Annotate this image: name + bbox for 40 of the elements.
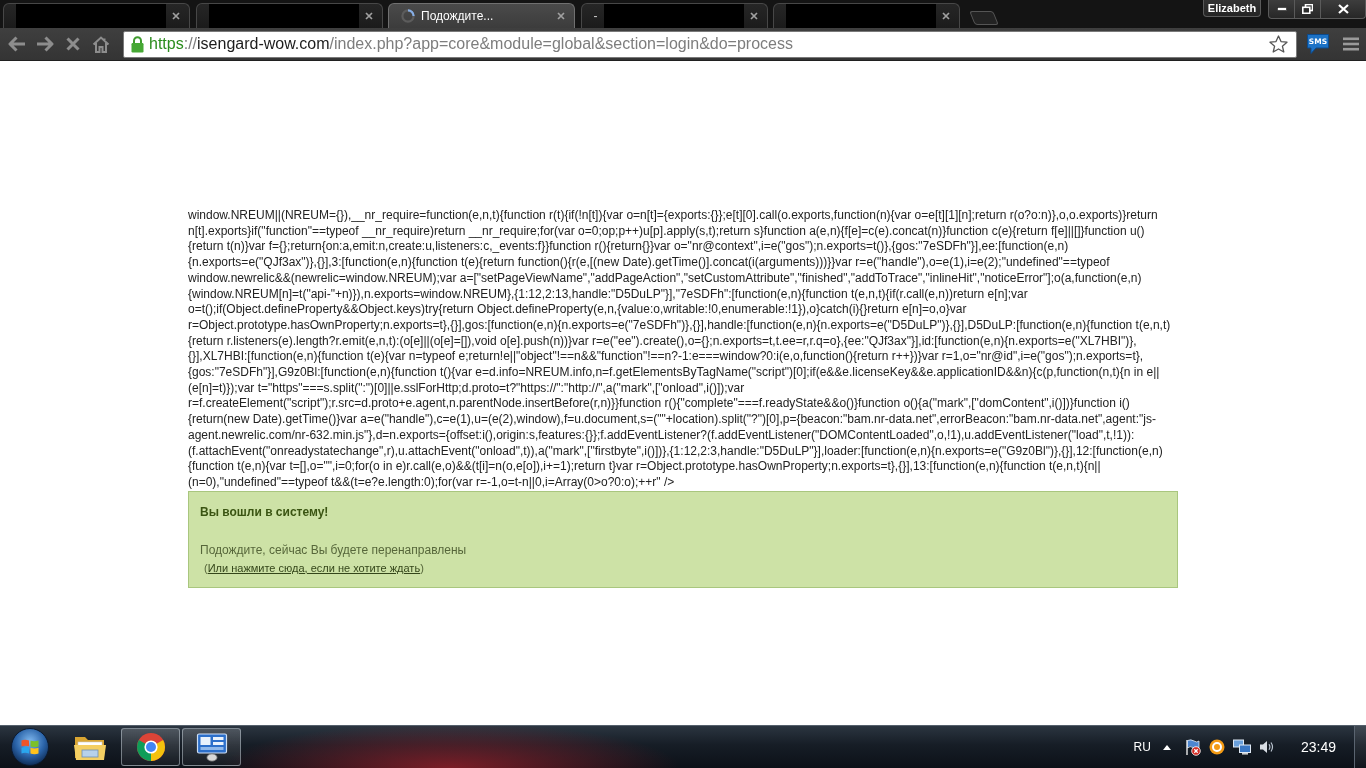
skip-wait-link[interactable]: Или нажмите сюда, если не хотите ждать (207, 561, 421, 574)
redirect-message: Подождите, сейчас Вы будете перенаправлены (200, 541, 468, 558)
home-icon (92, 35, 110, 53)
minimize-button[interactable] (1268, 0, 1295, 19)
profile-button[interactable]: Elizabeth (1203, 0, 1261, 17)
close-icon[interactable] (364, 12, 373, 20)
network-computers-icon[interactable] (1232, 739, 1251, 755)
close-icon[interactable] (172, 12, 180, 20)
restore-icon (1302, 4, 1313, 14)
show-desktop-button[interactable] (1354, 726, 1366, 768)
minimize-icon (1276, 7, 1287, 11)
chrome-logo-icon (135, 732, 166, 762)
chevron-up-icon[interactable] (1162, 744, 1171, 750)
restore-button[interactable] (1295, 0, 1321, 19)
language-indicator[interactable]: RU (1133, 740, 1151, 754)
back-arrow-icon (8, 36, 26, 52)
close-icon[interactable] (557, 12, 565, 20)
ring-icon[interactable] (1208, 739, 1225, 755)
script-source-text: window.NREUM||(NREUM={}),__nr_require=function(e,n,t){function r(t){if(!n[t]){var o=n[t]={exports:{}};e[t][0].call(o.exports,function(n){var o=e[t][1][n];return r(o?o:n)},o,o.exports)}return n[t].exports}if("function"==typeof __nr_require)return __nr_require;for(var o=0;op;p++)u[p].apply(s,t);return s}function a(e,n){f[e]=c(e).concat(n)}function c(e){return f[e]||[]}function u(){return t(n)}var f={};return{on:a,emit:n,create:u,listeners:c,_events:f}}function r(){return{}}var o="nr@context",i=e("gos");n.exports=t()},{gos:"7eSDFh"}],ee:[function(e,n){n.exports=e("QJf3ax")},{}],3:[function(e,n){function t(e){return function(){r(e,[(new Date).getTime()].concat(i(arguments)))}}var r=e("handle"),o=e(1),i=e(2);"undefined"==typeof window.newrelic&&(newrelic=window.NREUM);var a=["setPageViewName","addPageAction","setCustomAttribute","finished","addToTrace","inlineHit","noticeError"];o(a,function(e,n){window.NREUM[n]=t("api-"+n)}),n.exports=window.NREUM},{1:12,2:13,handle:"D5DuLP"}],"7eSDFh":[function(e,n){function t(e,n,t){if(r.call(e,n))return e[n];var o=t();if(Object.defineProperty&&Object.keys)try{return Object.defineProperty(e,n,{value:o,writable:!0,enumerable:!1}),o}catch(i){}return e[n]=o,o}var r=Object.prototype.hasOwnProperty;n.exports=t},{}],gos:[function(e,n){n.exports=e("7eSDFh")},{}],handle:[function(e,n){n.exports=e("D5DuLP")},{}],D5DuLP:[function(e,n){function t(e,n,t){return r.listeners(e).length?r.emit(e,n,t):(o[e]||(o[e]=[]),void o[e].push(n))}var r=e("ee").create(),o={};n.exports=t,t.ee=r,r.q=o},{ee:"QJf3ax"}],id:[function(e,n){n.exports=e("XL7HBI")},{}],XL7HBI:[function(e,n){function t(e){var n=typeof e;return!e||"object"!==n&&"function"!==n?-1:e===window?0:i(e,o,function(){return r++})}var r=1,o="nr@id",i=e("gos");n.exports=t},{gos:"7eSDFh"}],G9z0Bl:[function(e,n){function t(){var e=d.info=NREUM.info,n=f.getElementsByTagName("script")[0];if(e&&e.licenseKey&&e.applicationID&&n){c(p,function(n,t){n in e||(e[n]=t)});var t="https"===s.split(":")[0]||e.sslForHttp;d.proto=t?"https://":"http://",a("mark",["onload",i()]);var r=f.createElement("script");r.src=d.proto+e.agent,n.parentNode.insertBefore(r,n)}}function r(){"complete"===f.readyState&&o()}function o(){a("mark",["domContent",i()])}function i(){return(new Date).getTime()}var a=e("handle"),c=e(1),u=(e(2),window),f=u.document,s=(""+location).split("?")[0],p={beacon:"bam.nr-data.net",errorBeacon:"bam.nr-data.net",agent:"js-agent.newrelic.com/nr-632.min.js"},d=n.exports={offset:i(),origin:s,features:{}};f.addEventListener?(f.addEventListener("DOMContentLoaded",o,!1),u.addEventListener("load",t,!1)):(f.attachEvent("onreadystatechange",r),u.attachEvent("onload",t)),a("mark",["firstbyte",i()])},{1:12,2:3,handle:"D5DuLP"}],loader:[function(e,n){n.exports=e("G9z0Bl")},{}],12:[function(e,n){function t(e,n){var t=[],o="",i=0;for(o in e)r.call(e,o)&&(t[i]=n(o,e[o]),i+=1);return t}var r=Object.prototype.hasOwnProperty;n.exports=t},{}],13:[function(e,n){function t(e,n,t){n||(n=0),"undefined"==typeof t&&(t=e?e.length:0);for(var r=-1,o=t-n||0,i=Array(0>o?0:o);++r" /> (188, 208, 1172, 491)
close-icon[interactable] (749, 12, 758, 20)
browser-tab[interactable]: - (580, 3, 768, 28)
clock-text[interactable]: 23:49 (1300, 739, 1336, 755)
app-taskbar-button[interactable] (182, 728, 241, 766)
browser-tab[interactable]: Подождите... (388, 3, 575, 28)
success-title: Вы вошли в систему! (200, 503, 330, 520)
close-icon[interactable] (942, 12, 950, 20)
stop-icon (66, 37, 80, 51)
close-icon (1337, 4, 1349, 14)
star-icon[interactable] (1269, 35, 1288, 53)
speaker-icon[interactable] (1258, 739, 1275, 755)
browser-taskbar-button[interactable] (121, 728, 180, 766)
flag-error-icon[interactable] (1184, 738, 1201, 756)
app-window-icon (195, 732, 228, 762)
close-button[interactable] (1321, 0, 1366, 19)
menu-icon[interactable] (1343, 37, 1359, 51)
redirect-note: (Или нажмите сюда, если не хотите ждать) (203, 560, 425, 576)
lock-icon (131, 35, 144, 53)
address-bar[interactable]: https://isengard-wow.com/index.php?app=core&module=global&section=login&do=process (123, 30, 1297, 58)
start-orb-icon[interactable] (10, 727, 50, 767)
forward-arrow-icon (36, 36, 54, 52)
